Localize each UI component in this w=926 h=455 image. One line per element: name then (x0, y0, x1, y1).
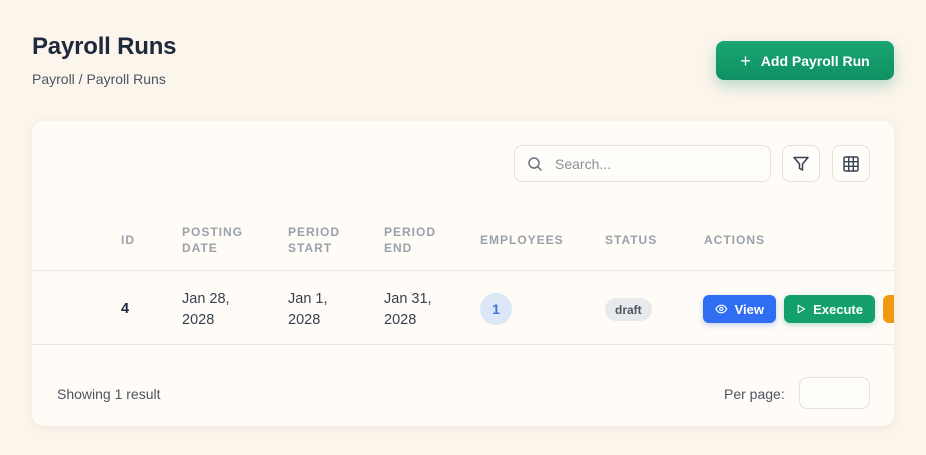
search-input[interactable] (555, 155, 755, 172)
page-title: Payroll Runs (32, 33, 177, 60)
add-payroll-run-label: Add Payroll Run (760, 52, 870, 69)
play-icon (797, 304, 805, 314)
column-header-actions: ACTIONS (704, 233, 765, 247)
add-payroll-run-button[interactable]: + Add Payroll Run (716, 41, 894, 80)
execute-button-label: Execute (813, 301, 863, 317)
plus-icon: + (740, 50, 751, 71)
cell-period-end: Jan 31, 2028 (384, 291, 432, 328)
cell-posting-date: Jan 28, 2028 (182, 291, 230, 328)
eye-icon (715, 304, 728, 314)
column-header-period-start[interactable]: PERIOD START (288, 224, 358, 256)
column-header-employees[interactable]: EMPLOYEES (480, 232, 564, 248)
search-box[interactable] (514, 145, 771, 182)
result-count: Showing 1 result (57, 386, 161, 402)
view-button[interactable]: View (703, 295, 776, 323)
cell-period-start: Jan 1, 2028 (288, 291, 328, 328)
table-row[interactable]: 4 Jan 28, 2028 Jan 1, 2028 Jan 31, 2028 … (32, 272, 894, 345)
column-header-status[interactable]: STATUS (605, 232, 657, 248)
cell-id: 4 (121, 301, 130, 317)
execute-button[interactable]: Execute (784, 295, 875, 323)
payroll-runs-card: ID POSTING DATE PERIOD START PERIOD END … (32, 121, 894, 426)
table-header: ID POSTING DATE PERIOD START PERIOD END … (32, 213, 894, 271)
grid-icon (843, 155, 859, 172)
employees-count-badge: 1 (480, 293, 512, 325)
per-page-label: Per page: (724, 386, 785, 402)
column-header-posting-date[interactable]: POSTING DATE (182, 224, 262, 256)
column-header-period-end[interactable]: PERIOD END (384, 224, 454, 256)
search-icon (528, 157, 542, 171)
column-header-id[interactable]: ID (121, 232, 135, 248)
filter-button[interactable] (782, 145, 820, 182)
breadcrumb[interactable]: Payroll / Payroll Runs (32, 71, 166, 87)
columns-toggle-button[interactable] (832, 145, 870, 182)
per-page-select[interactable] (799, 377, 870, 409)
view-button-label: View (734, 301, 764, 317)
more-actions-button[interactable] (883, 295, 894, 323)
filter-icon (793, 156, 809, 171)
status-badge: draft (605, 298, 652, 321)
